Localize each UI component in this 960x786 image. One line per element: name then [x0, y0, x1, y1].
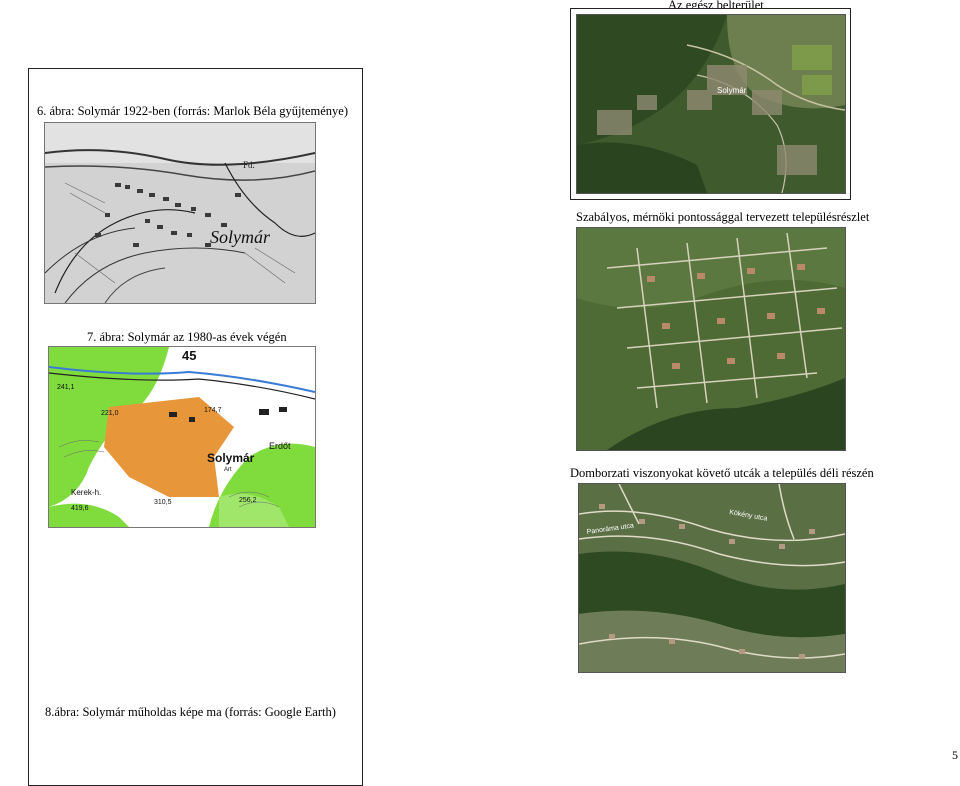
map1922-label-fd: Fd. — [243, 160, 255, 170]
map1980-label-174: 174,7 — [204, 407, 222, 414]
figure7-caption: 7. ábra: Solymár az 1980-as évek végén — [87, 330, 287, 344]
map1980-label-kerek: Kerek-h. — [71, 488, 101, 497]
map1980-label-256: 256,2 — [239, 497, 257, 504]
map1980-label-310: 310,5 — [154, 499, 172, 506]
map1980-label-45: 45 — [182, 348, 196, 363]
satellite-overview-town-label: Solymár — [717, 86, 747, 95]
satellite-regular-image — [576, 227, 846, 451]
map1980-label-town: Solymár — [207, 451, 255, 465]
satellite-south-image: Panoráma utca Kökény utca — [578, 483, 846, 673]
satellite-overview-image: Solymár — [576, 14, 846, 194]
map-1980-image: 45 241,1 221,0 174,7 Solymár Art Erdőt K… — [48, 346, 316, 528]
map-1922-image: Fd. Solymár — [44, 122, 316, 304]
caption-regular: Szabályos, mérnöki pontossággal tervezet… — [576, 210, 870, 224]
figure6-caption: 6. ábra: Solymár 1922-ben (forrás: Marlo… — [37, 104, 349, 118]
page-number: 5 — [952, 748, 958, 762]
map1980-label-erdo: Erdőt — [269, 441, 291, 451]
map1922-label-town: Solymár — [210, 227, 271, 247]
caption-terrain: Domborzati viszonyokat követő utcák a te… — [570, 466, 874, 480]
map1980-label-221: 221,0 — [101, 410, 119, 417]
map1980-label-art: Art — [224, 467, 232, 473]
map1980-label-241: 241,1 — [57, 384, 75, 391]
figure8-caption: 8.ábra: Solymár műholdas képe ma (forrás… — [45, 705, 336, 719]
map1980-label-419: 419,6 — [71, 505, 89, 512]
